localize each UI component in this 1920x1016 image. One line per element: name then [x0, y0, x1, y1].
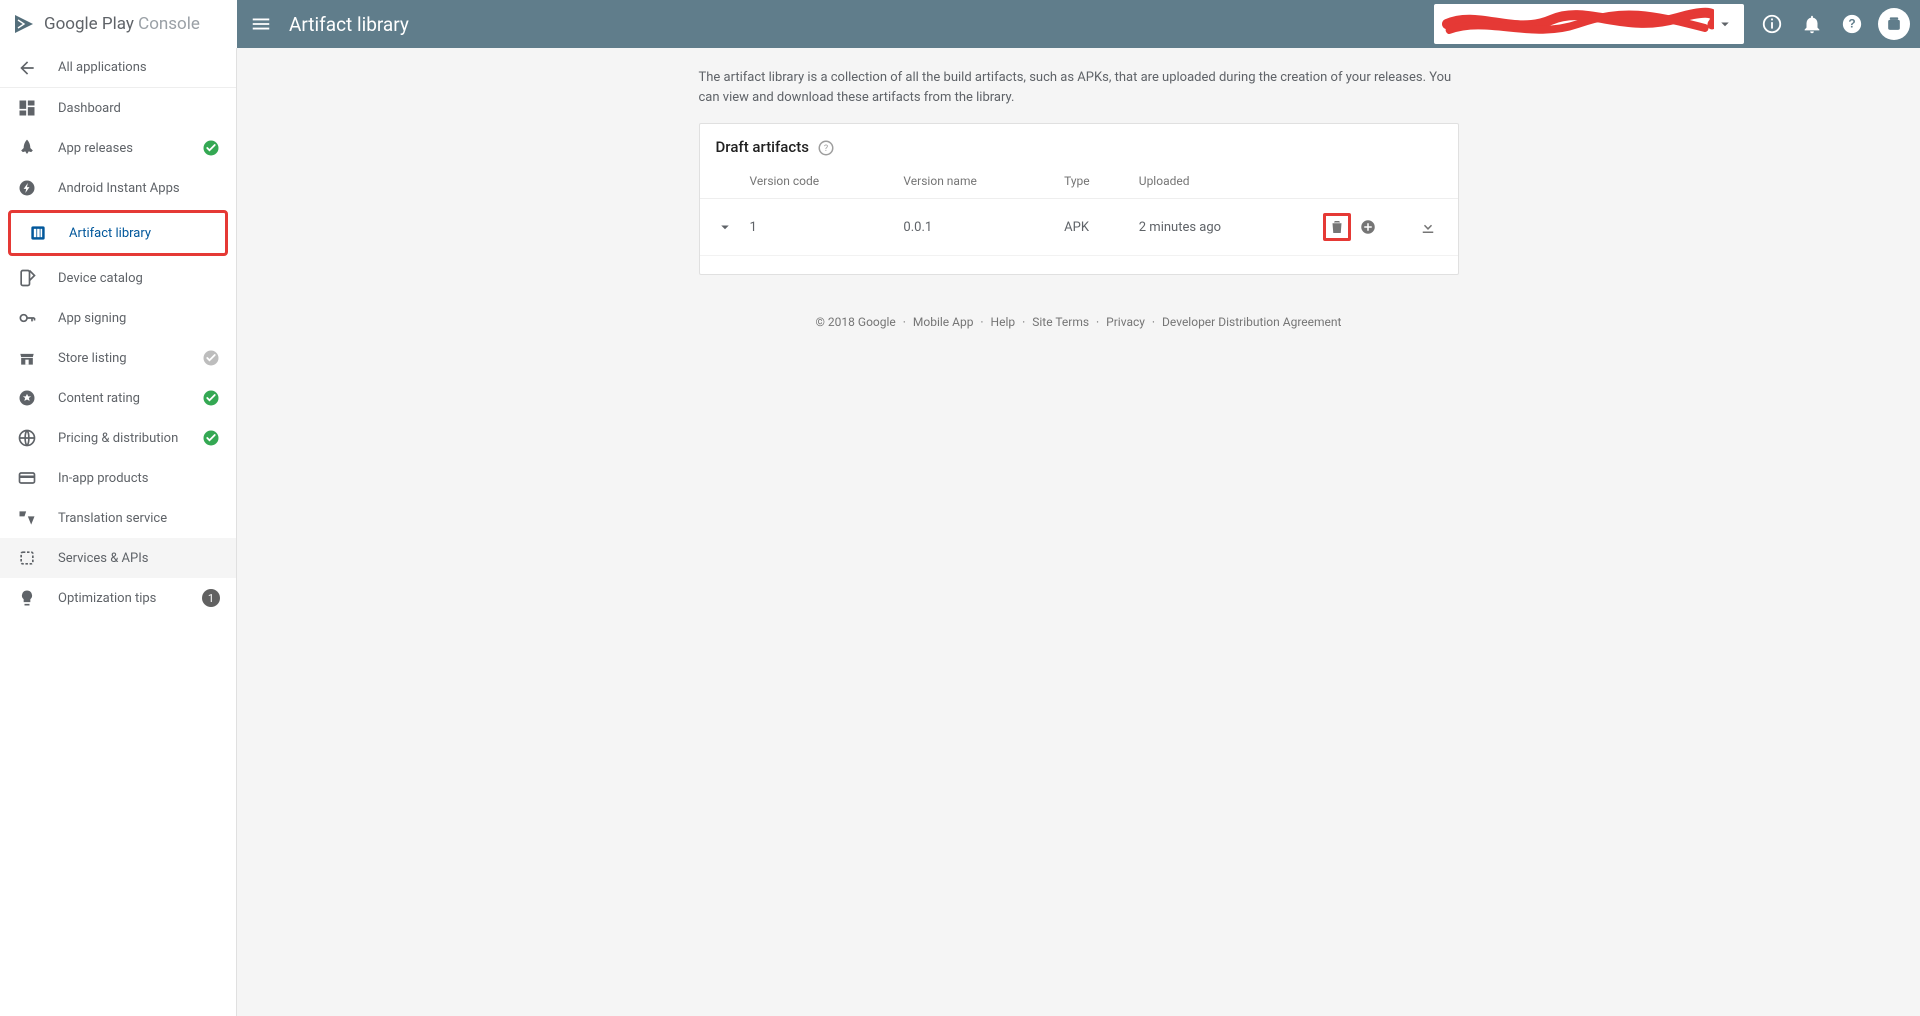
nav-label: Optimization tips	[58, 591, 156, 606]
nav-label: Android Instant Apps	[58, 181, 180, 196]
sidebar-item-app-releases[interactable]: App releases	[0, 128, 236, 168]
cell-type: APK	[1056, 199, 1131, 256]
sidebar-highlight-annotation: Artifact library	[8, 210, 228, 256]
brand-logo[interactable]: Google Play Console	[0, 0, 237, 48]
sidebar-item-store-listing[interactable]: Store listing	[0, 338, 236, 378]
nav-label: Device catalog	[58, 271, 143, 286]
intro-text: The artifact library is a collection of …	[699, 68, 1459, 107]
sidebar-item-optimization-tips[interactable]: Optimization tips 1	[0, 578, 236, 618]
brand-text: Google Play Console	[44, 14, 200, 34]
page-title: Artifact library	[289, 13, 409, 36]
devices-icon	[16, 267, 38, 289]
nav-label: App signing	[58, 311, 126, 326]
globe-icon	[16, 427, 38, 449]
caret-down-icon	[1716, 15, 1734, 33]
card-title: Draft artifacts	[716, 138, 809, 156]
sidebar-item-app-signing[interactable]: App signing	[0, 298, 236, 338]
status-done-icon	[202, 139, 220, 157]
notifications-icon[interactable]	[1792, 4, 1832, 44]
nav-label: Pricing & distribution	[58, 431, 178, 446]
lightbulb-icon	[16, 587, 38, 609]
status-done-icon	[202, 429, 220, 447]
card-icon	[16, 467, 38, 489]
topbar: Google Play Console Artifact library ?	[0, 0, 1920, 48]
sidebar-item-in-app-products[interactable]: In-app products	[0, 458, 236, 498]
svg-text:?: ?	[824, 144, 828, 154]
sidebar-item-dashboard[interactable]: Dashboard	[0, 88, 236, 128]
play-console-icon	[12, 12, 36, 36]
footer-link-dda[interactable]: Developer Distribution Agreement	[1162, 315, 1341, 329]
col-version-code: Version code	[742, 164, 896, 199]
account-avatar[interactable]	[1878, 8, 1910, 40]
col-type: Type	[1056, 164, 1131, 199]
key-icon	[16, 307, 38, 329]
nav-label: All applications	[58, 60, 147, 75]
sidebar-item-artifact-library[interactable]: Artifact library	[11, 213, 225, 253]
delete-artifact-button[interactable]	[1323, 213, 1351, 241]
main: The artifact library is a collection of …	[237, 0, 1920, 409]
info-icon[interactable]	[1752, 4, 1792, 44]
help-icon[interactable]: ?	[1832, 4, 1872, 44]
rocket-icon	[16, 137, 38, 159]
nav-label: Content rating	[58, 391, 140, 406]
nav-label: Artifact library	[69, 226, 151, 241]
footer-link-site-terms[interactable]: Site Terms	[1032, 315, 1089, 329]
card-help-icon[interactable]: ?	[817, 139, 833, 155]
nav-label: Store listing	[58, 351, 127, 366]
expand-icon[interactable]	[716, 218, 734, 236]
artifact-row: 1 0.0.1 APK 2 minutes ago	[700, 199, 1458, 256]
status-grey-icon	[202, 349, 220, 367]
library-icon	[27, 222, 49, 244]
arrow-back-icon	[16, 57, 38, 79]
app-switcher[interactable]	[1434, 4, 1744, 44]
dashboard-icon	[16, 97, 38, 119]
sidebar: All applications Dashboard App releases …	[0, 48, 237, 1016]
nav-label: Dashboard	[58, 101, 121, 116]
status-done-icon	[202, 389, 220, 407]
cell-uploaded: 2 minutes ago	[1131, 199, 1308, 256]
cell-version-code: 1	[742, 199, 896, 256]
sidebar-item-services-apis[interactable]: Services & APIs	[0, 538, 236, 578]
footer-link-mobile-app[interactable]: Mobile App	[913, 315, 974, 329]
col-uploaded: Uploaded	[1131, 164, 1308, 199]
store-icon	[16, 347, 38, 369]
cell-version-name: 0.0.1	[895, 199, 1056, 256]
tip-count-badge: 1	[202, 589, 220, 607]
col-version-name: Version name	[895, 164, 1056, 199]
draft-artifacts-card: Draft artifacts ? Version code Version n…	[699, 123, 1459, 275]
sidebar-item-device-catalog[interactable]: Device catalog	[0, 258, 236, 298]
nav-label: Translation service	[58, 511, 167, 526]
hamburger-menu-icon[interactable]	[237, 0, 285, 48]
api-icon	[16, 547, 38, 569]
sidebar-item-pricing-distribution[interactable]: Pricing & distribution	[0, 418, 236, 458]
download-artifact-button[interactable]	[1414, 213, 1442, 241]
add-artifact-button[interactable]	[1354, 213, 1382, 241]
redacted-app-name	[1442, 6, 1714, 42]
footer: © 2018 Google · Mobile App · Help · Site…	[699, 315, 1459, 329]
footer-copyright: © 2018 Google	[816, 315, 896, 329]
nav-label: App releases	[58, 141, 133, 156]
translate-icon	[16, 507, 38, 529]
nav-label: In-app products	[58, 471, 148, 486]
sidebar-item-instant-apps[interactable]: Android Instant Apps	[0, 168, 236, 208]
sidebar-item-translation-service[interactable]: Translation service	[0, 498, 236, 538]
bolt-icon	[16, 177, 38, 199]
rating-icon	[16, 387, 38, 409]
nav-label: Services & APIs	[58, 551, 148, 566]
sidebar-item-content-rating[interactable]: Content rating	[0, 378, 236, 418]
footer-link-help[interactable]: Help	[991, 315, 1016, 329]
artifacts-table: Version code Version name Type Uploaded	[700, 164, 1458, 256]
svg-text:?: ?	[1848, 17, 1855, 31]
footer-link-privacy[interactable]: Privacy	[1106, 315, 1145, 329]
nav-all-applications[interactable]: All applications	[0, 48, 236, 88]
